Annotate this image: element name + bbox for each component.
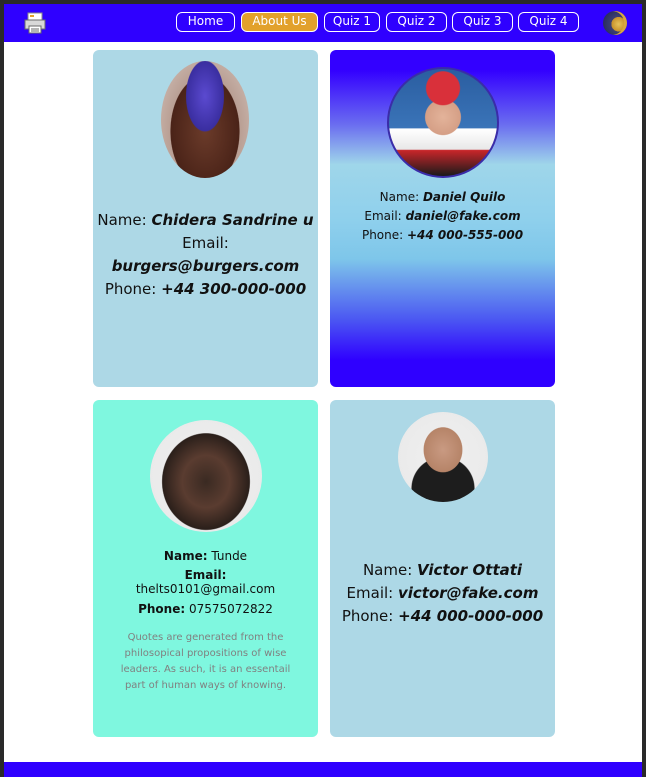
email-row: Email: daniel@fake.com [330,207,555,226]
name-label: Name: [379,190,420,204]
name-value: Tunde [211,549,248,563]
nav-quiz-3-button[interactable]: Quiz 3 [452,12,513,32]
phone-value: 07575072822 [188,602,273,616]
phone-row: Phone: +44 000-000-000 [330,605,555,628]
phone-value: +44 300-000-000 [161,280,307,298]
nav-home-button[interactable]: Home [176,12,235,32]
name-row: Name: Victor Ottati [330,559,555,582]
profile-card: Name: Daniel Quilo Email: daniel@fake.co… [330,50,555,387]
profile-card: Name: Victor Ottati Email: victor@fake.c… [330,400,555,737]
nav-about-us-button[interactable]: About Us [241,12,318,32]
nav-quiz-1-button[interactable]: Quiz 1 [324,12,380,32]
quote-text: Quotes are generated from the philosopic… [120,632,291,691]
profile-card: Name: Tunde Email: thelts0101@gmail.com … [93,400,318,737]
phone-label: Phone: [361,228,404,242]
avatar [150,420,262,532]
name-label: Name: [97,211,147,229]
email-label: Email: [182,234,229,252]
moon-icon[interactable] [603,11,627,35]
printer-icon[interactable] [23,11,47,35]
name-value: Chidera Sandrine u [151,211,314,229]
name-label: Name: [163,549,208,563]
phone-label: Phone: [341,607,394,625]
phone-value: +44 000-000-000 [398,607,544,625]
phone-label: Phone: [138,602,186,616]
navbar: Home About Us Quiz 1 Quiz 2 Quiz 3 Quiz … [4,4,642,42]
name-row: Name: Tunde [93,549,318,563]
name-label: Name: [362,561,413,579]
profile-info: Name: Victor Ottati Email: victor@fake.c… [330,559,555,628]
avatar [387,67,499,178]
email-label: Email: [364,209,402,223]
name-row: Name: Daniel Quilo [330,188,555,207]
phone-value: +44 000-555-000 [407,228,524,242]
email-value: victor@fake.com [397,584,539,602]
nav-quiz-2-button[interactable]: Quiz 2 [386,12,447,32]
email-value: thelts0101@gmail.com [135,582,276,596]
email-label: Email: [346,584,394,602]
nav-quiz-4-button[interactable]: Quiz 4 [518,12,579,32]
profile-info: Name: Tunde Email: thelts0101@gmail.com … [93,549,318,616]
name-value: Daniel Quilo [422,190,506,204]
page-frame: Home About Us Quiz 1 Quiz 2 Quiz 3 Quiz … [4,4,642,777]
profile-info: Name: Daniel Quilo Email: daniel@fake.co… [330,188,555,245]
footer-bar [4,762,642,777]
phone-row: Phone: 07575072822 [93,602,318,616]
profile-info: Name: Chidera Sandrine u Email: burgers@… [93,209,318,301]
phone-row: Phone: +44 000-555-000 [330,226,555,245]
email-label: Email: [184,568,227,582]
phone-label: Phone: [104,280,157,298]
email-row: Email: victor@fake.com [330,582,555,605]
name-row: Name: Chidera Sandrine u [93,209,318,232]
email-value: daniel@fake.com [405,209,521,223]
avatar [161,61,249,178]
phone-row: Phone: +44 300-000-000 [93,278,318,301]
avatar [398,412,488,502]
name-value: Victor Ottati [417,561,523,579]
email-value: burgers@burgers.com [111,257,300,275]
profile-card: Name: Chidera Sandrine u Email: burgers@… [93,50,318,387]
